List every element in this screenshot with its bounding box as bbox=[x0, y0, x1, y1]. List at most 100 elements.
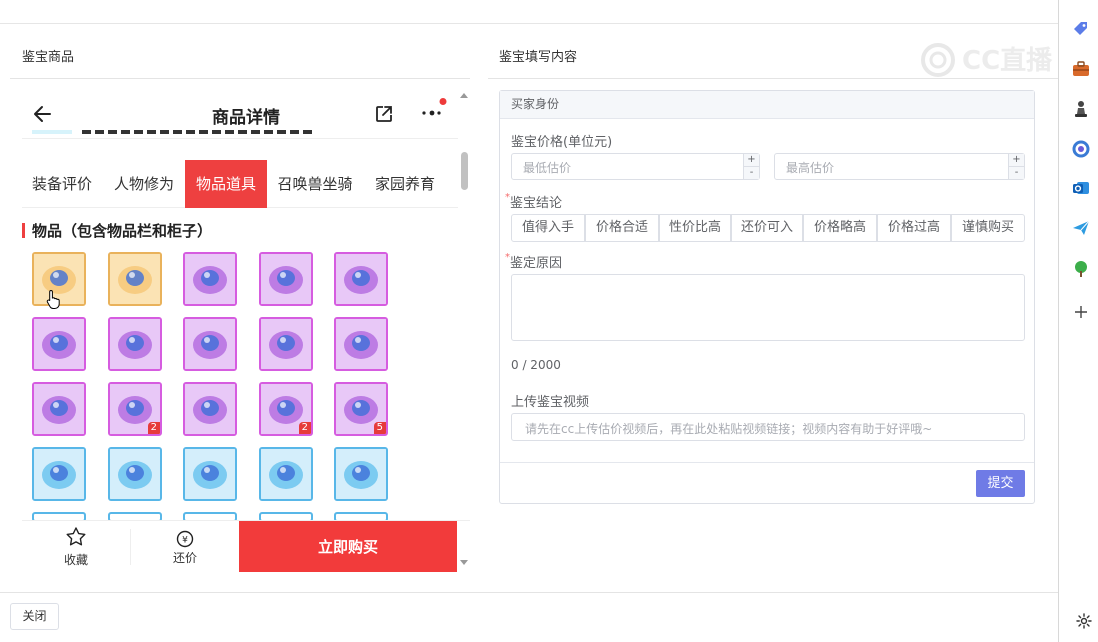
add-icon[interactable] bbox=[1074, 305, 1088, 323]
copilot-icon[interactable] bbox=[1072, 140, 1090, 162]
item-crystal-purple[interactable] bbox=[183, 382, 237, 436]
item-orb-purple[interactable] bbox=[32, 382, 86, 436]
yuan-coin-icon: ¥ bbox=[176, 530, 194, 551]
svg-text:¥: ¥ bbox=[182, 536, 188, 546]
item-armor-blue[interactable] bbox=[259, 447, 313, 501]
browser-edge-sidebar bbox=[1058, 0, 1098, 642]
max-increase-button[interactable]: + bbox=[1009, 154, 1024, 166]
item-artwork bbox=[34, 384, 84, 434]
conclusion-buy-cautiously[interactable]: 谨慎购买 bbox=[951, 214, 1025, 242]
min-price-placeholder: 最低估价 bbox=[523, 161, 572, 175]
conclusion-label: 鉴宝结论 bbox=[510, 196, 563, 211]
min-increase-button[interactable]: + bbox=[744, 154, 759, 166]
item-ring-blue-gem[interactable] bbox=[183, 252, 237, 306]
max-decrease-button[interactable]: - bbox=[1009, 166, 1024, 178]
form-footer-divider bbox=[500, 462, 1034, 463]
outlook-icon[interactable] bbox=[1072, 179, 1090, 201]
item-artwork bbox=[261, 449, 311, 499]
item-artwork bbox=[34, 319, 84, 369]
item-collar-gold[interactable] bbox=[32, 447, 86, 501]
close-button[interactable]: 关闭 bbox=[10, 603, 59, 630]
item-artwork bbox=[110, 449, 160, 499]
item-count-badge: 2 bbox=[298, 422, 311, 434]
item-armor-purple[interactable] bbox=[334, 252, 388, 306]
top-bar bbox=[0, 0, 1058, 24]
min-price-stepper: + - bbox=[743, 154, 759, 179]
phone-scroll-thumb[interactable] bbox=[461, 152, 468, 190]
right-section-title: 鉴宝填写内容 bbox=[499, 50, 578, 65]
buyer-identity-header: 买家身份 bbox=[500, 91, 1034, 119]
settings-gear-icon[interactable] bbox=[1076, 613, 1092, 633]
conclusion-worth-buying[interactable]: 值得入手 bbox=[511, 214, 585, 242]
conclusion-too-high[interactable]: 价格过高 bbox=[877, 214, 951, 242]
item-scroll-gold[interactable]: 2 bbox=[259, 382, 313, 436]
appraisal-form: 买家身份 鉴宝价格(单位元) 最低估价 + - 最高估价 + - *鉴宝结论 值… bbox=[499, 90, 1035, 504]
conclusion-good-value[interactable]: 性价比高 bbox=[659, 214, 731, 242]
item-artwork bbox=[185, 319, 235, 369]
item-amulet-gold[interactable] bbox=[32, 317, 86, 371]
phone-product-panel: 商品详情 装备评价 人物修为 物品道具 召唤兽坐骑 家园养育 物品（包含物品栏和… bbox=[22, 94, 470, 572]
reason-label: 鉴定原因 bbox=[510, 256, 563, 271]
item-ring-gold-blue[interactable] bbox=[259, 252, 313, 306]
reason-textarea[interactable] bbox=[511, 274, 1025, 341]
chess-piece-icon[interactable] bbox=[1073, 100, 1089, 122]
toolbox-icon[interactable] bbox=[1072, 61, 1090, 81]
item-robe-purple[interactable] bbox=[183, 447, 237, 501]
video-link-input[interactable]: 请先在cc上传估价视频后，再在此处粘贴视频链接；视频内容有助于好评哦~ bbox=[511, 413, 1025, 441]
item-count-badge: 5 bbox=[373, 422, 386, 434]
cc-live-watermark: CC直播 bbox=[917, 42, 1062, 78]
item-artwork bbox=[336, 319, 386, 369]
submit-button[interactable]: 提交 bbox=[976, 470, 1025, 497]
min-decrease-button[interactable]: - bbox=[744, 166, 759, 178]
item-artwork bbox=[185, 449, 235, 499]
left-divider bbox=[10, 78, 470, 79]
buy-now-button[interactable]: 立即购买 bbox=[239, 521, 457, 572]
item-artwork bbox=[185, 384, 235, 434]
bargain-button[interactable]: ¥ 还价 bbox=[131, 521, 239, 572]
conclusion-fair-price[interactable]: 价格合适 bbox=[585, 214, 659, 242]
conclusion-slightly-high[interactable]: 价格略高 bbox=[803, 214, 877, 242]
item-artwork bbox=[336, 254, 386, 304]
item-artwork bbox=[261, 319, 311, 369]
item-wings-gold[interactable] bbox=[108, 252, 162, 306]
item-artwork bbox=[185, 254, 235, 304]
items-grid: 2 2 5 bbox=[22, 94, 470, 522]
right-divider bbox=[488, 78, 1058, 79]
item-artwork bbox=[110, 254, 160, 304]
video-label: 上传鉴宝视频 bbox=[511, 395, 590, 410]
hand-cursor-icon bbox=[46, 289, 62, 313]
star-icon bbox=[65, 526, 87, 551]
favorite-button[interactable]: 收藏 bbox=[22, 521, 130, 572]
item-chest-gold[interactable]: 5 bbox=[334, 382, 388, 436]
video-link-placeholder: 请先在cc上传估价视频后，再在此处粘贴视频链接；视频内容有助于好评哦~ bbox=[525, 422, 933, 436]
svg-text:CC直播: CC直播 bbox=[962, 46, 1053, 76]
tree-icon[interactable] bbox=[1073, 260, 1089, 282]
send-icon[interactable] bbox=[1072, 220, 1090, 240]
conclusion-bargain-ok[interactable]: 还价可入 bbox=[731, 214, 803, 242]
max-price-input[interactable]: 最高估价 + - bbox=[774, 153, 1025, 180]
conclusion-label-wrap: *鉴宝结论 bbox=[505, 192, 562, 211]
item-count-badge: 2 bbox=[147, 422, 160, 434]
item-belt-gold[interactable] bbox=[108, 317, 162, 371]
item-artwork bbox=[336, 449, 386, 499]
min-price-input[interactable]: 最低估价 + - bbox=[511, 153, 760, 180]
max-price-stepper: + - bbox=[1008, 154, 1024, 179]
favorite-label: 收藏 bbox=[63, 553, 88, 567]
item-artwork bbox=[110, 319, 160, 369]
item-boots-blue[interactable] bbox=[259, 317, 313, 371]
phone-footer: 收藏 ¥ 还价 立即购买 bbox=[22, 520, 470, 572]
item-necklace-green[interactable] bbox=[183, 317, 237, 371]
item-artwork bbox=[261, 254, 311, 304]
character-counter: 0 / 2000 bbox=[511, 358, 561, 372]
left-section-title: 鉴宝商品 bbox=[22, 50, 75, 65]
item-book-red[interactable]: 2 bbox=[108, 382, 162, 436]
item-ring-red-gem[interactable] bbox=[334, 447, 388, 501]
item-artwork bbox=[34, 449, 84, 499]
reason-label-wrap: *鉴定原因 bbox=[505, 252, 562, 271]
max-price-placeholder: 最高估价 bbox=[786, 161, 835, 175]
tag-icon[interactable] bbox=[1072, 20, 1090, 42]
bargain-label: 还价 bbox=[172, 551, 197, 565]
item-boots-blue-2[interactable] bbox=[334, 317, 388, 371]
bottom-divider bbox=[0, 592, 1058, 593]
item-ring-silver[interactable] bbox=[108, 447, 162, 501]
